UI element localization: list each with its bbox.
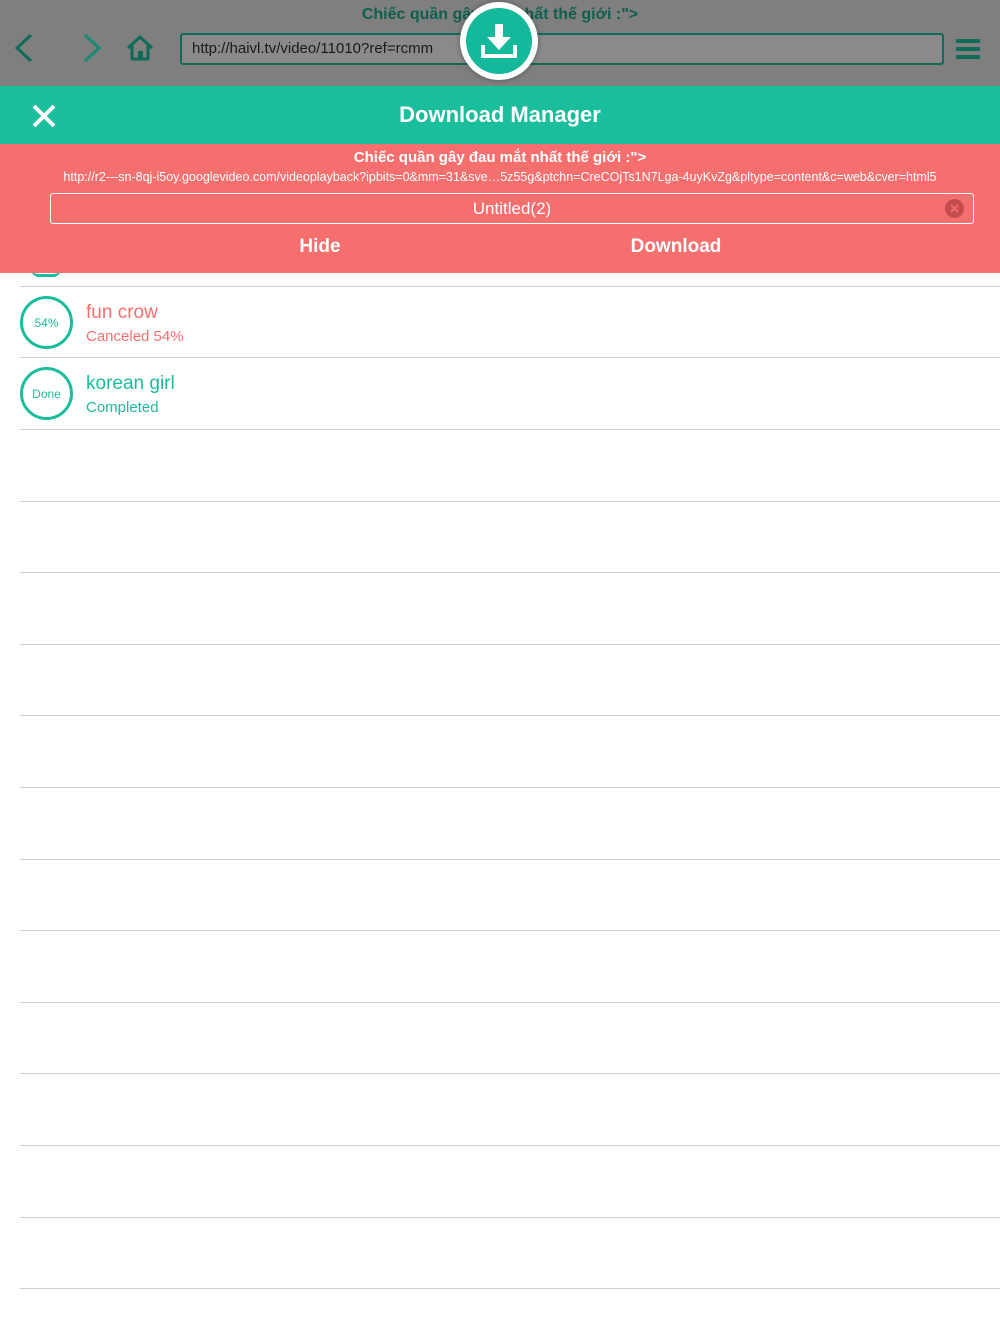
list-separator	[20, 859, 1000, 860]
close-button[interactable]	[26, 98, 62, 134]
url-bar[interactable]: http://haivl.tv/video/11010?ref=rcmm	[180, 33, 944, 65]
download-item-korean-girl[interactable]: Done korean girl Completed	[20, 357, 1000, 429]
list-separator	[20, 429, 1000, 430]
list-separator	[20, 572, 1000, 573]
home-icon	[126, 34, 154, 61]
list-separator	[20, 715, 1000, 716]
app-root: Chiếc quần gây đ… nhất thế giới :"> http…	[0, 0, 1000, 1334]
pending-download-panel: Chiếc quần gây đau mắt nhất thế giới :">…	[0, 144, 1000, 273]
filename-input[interactable]	[50, 193, 974, 224]
list-separator	[20, 644, 1000, 645]
hamburger-icon-bar	[956, 55, 980, 59]
list-separator	[20, 1002, 1000, 1003]
clear-filename-button[interactable]	[945, 199, 964, 218]
list-separator	[20, 787, 1000, 788]
download-manager-button[interactable]	[460, 2, 538, 80]
pending-video-url: http://r2---sn-8qj-i5oy.googlevideo.com/…	[63, 170, 937, 184]
close-icon	[32, 104, 56, 128]
download-item-status: Canceled 54%	[86, 328, 184, 345]
chevron-right-icon	[83, 33, 102, 63]
progress-ring: 54%	[20, 296, 73, 349]
menu-button[interactable]	[954, 36, 984, 62]
download-item-fun-crow[interactable]: 54% fun crow Canceled 54%	[20, 286, 1000, 358]
forward-button[interactable]	[74, 30, 110, 66]
list-separator	[20, 1145, 1000, 1146]
chevron-left-icon	[14, 33, 33, 63]
download-item-name: fun crow	[86, 302, 158, 323]
download-icon	[481, 24, 517, 58]
clear-icon	[950, 204, 959, 213]
home-button[interactable]	[122, 30, 158, 66]
list-separator	[20, 1217, 1000, 1218]
list-separator	[20, 501, 1000, 502]
hide-button[interactable]: Hide	[240, 230, 400, 264]
download-item-name: korean girl	[86, 373, 175, 394]
hamburger-icon	[956, 39, 980, 43]
back-button[interactable]	[6, 30, 42, 66]
page-title: Download Manager	[399, 102, 601, 127]
download-button[interactable]: Download	[596, 230, 756, 264]
pending-video-title: Chiếc quần gây đau mắt nhất thế giới :">	[353, 149, 647, 166]
list-separator	[20, 1288, 1000, 1289]
progress-ring: Done	[20, 367, 73, 420]
download-manager-header: Download Manager	[0, 86, 1000, 144]
download-item-status: Completed	[86, 399, 159, 416]
download-fab-circle	[466, 8, 532, 74]
list-separator	[20, 930, 1000, 931]
list-separator	[20, 1073, 1000, 1074]
hamburger-icon-bar	[956, 47, 980, 51]
